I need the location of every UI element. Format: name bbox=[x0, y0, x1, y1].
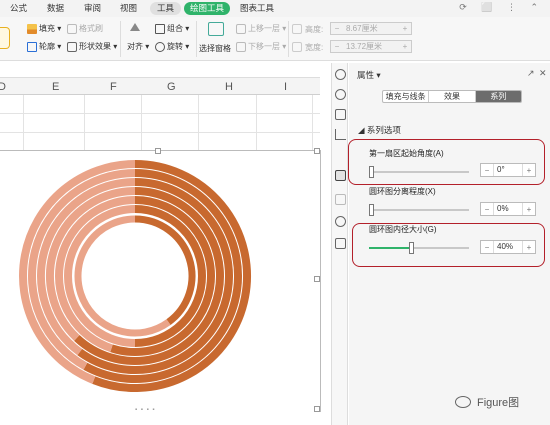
brush-icon bbox=[67, 23, 77, 34]
tab-data[interactable]: 数据 bbox=[47, 2, 64, 15]
resize-handle[interactable] bbox=[155, 148, 161, 154]
rotate-button[interactable]: 旋转 ▾ bbox=[155, 41, 189, 52]
height-label: 高度: bbox=[305, 25, 324, 34]
plus-icon[interactable]: + bbox=[523, 205, 535, 214]
group-icon bbox=[155, 23, 165, 34]
width-label: 宽度: bbox=[305, 43, 324, 52]
minus-icon[interactable]: − bbox=[331, 42, 343, 51]
tab-tools[interactable]: 工具 bbox=[150, 2, 182, 15]
series-options-section[interactable]: ◢ 系列选项 bbox=[358, 124, 401, 136]
select-pane-icon bbox=[208, 22, 224, 36]
tab-formula[interactable]: 公式 bbox=[10, 2, 27, 15]
height-icon bbox=[292, 24, 304, 34]
outline-button[interactable]: 轮廓 ▾ bbox=[27, 41, 61, 52]
column-i-header[interactable]: I bbox=[284, 81, 287, 93]
plus-icon[interactable]: + bbox=[399, 24, 411, 33]
rotate-icon bbox=[155, 41, 165, 52]
cell-grid[interactable] bbox=[0, 95, 320, 150]
column-d-header[interactable]: D bbox=[0, 81, 6, 93]
properties-panel: 属性 ▾ ↗ ✕ 填充与线条 效果 系列 ◢ 系列选项 第一扇区起始角度(A) … bbox=[348, 63, 550, 425]
shape-effect-icon bbox=[67, 41, 77, 52]
expand-icon[interactable] bbox=[335, 194, 346, 205]
bring-forward-button[interactable]: 上移一层 ▾ bbox=[236, 23, 286, 34]
height-input[interactable]: − 8.67厘米 + bbox=[330, 22, 412, 35]
select-pane-button[interactable]: 选择窗格 bbox=[199, 43, 231, 54]
ribbon-edge-marker bbox=[0, 27, 10, 49]
panel-title[interactable]: 属性 ▾ bbox=[357, 69, 381, 81]
close-icon[interactable]: ✕ bbox=[539, 68, 547, 79]
divider bbox=[120, 21, 121, 57]
properties-icon[interactable] bbox=[335, 170, 346, 181]
tab-drawing-tools[interactable]: 绘图工具 bbox=[184, 2, 231, 15]
explosion-label: 圆环图分离程度(X) bbox=[369, 187, 436, 196]
align-icon-button[interactable] bbox=[130, 23, 142, 31]
align-icon bbox=[130, 23, 140, 31]
shape-icon[interactable] bbox=[335, 69, 346, 80]
select-pane-icon-button[interactable] bbox=[208, 22, 226, 36]
fill-button[interactable]: 填充 ▾ bbox=[27, 23, 61, 34]
width-input[interactable]: − 13.72厘米 + bbox=[330, 40, 412, 53]
resize-grip[interactable]: ▪ ▪ ▪ ▪ bbox=[135, 407, 156, 413]
divider bbox=[196, 21, 197, 57]
popout-icon[interactable]: ↗ bbox=[527, 68, 535, 79]
format-brush-button[interactable]: 格式刷 bbox=[67, 23, 103, 34]
align-button[interactable]: 对齐 ▾ bbox=[127, 41, 149, 52]
slider-knob[interactable] bbox=[369, 204, 374, 216]
tab-chart-tools[interactable]: 图表工具 bbox=[240, 2, 274, 15]
send-backward-icon bbox=[236, 41, 246, 52]
ribbon-toolbar: 填充 ▾ 格式刷 轮廓 ▾ 形状效果 ▾ 对齐 ▾ 组合 ▾ 旋转 ▾ 选择窗格… bbox=[0, 17, 550, 61]
bring-forward-icon bbox=[236, 23, 246, 34]
panel-tab-switcher: 填充与线条 效果 系列 bbox=[382, 90, 522, 103]
width-icon bbox=[292, 42, 304, 52]
minus-icon[interactable]: − bbox=[481, 205, 493, 214]
window-controls[interactable]: ⟳ ⬜ ⋮ ⌃ bbox=[459, 2, 544, 13]
column-e-header[interactable]: E bbox=[52, 81, 59, 93]
watermark: Figure图 bbox=[455, 394, 519, 410]
tab-series[interactable]: 系列 bbox=[475, 91, 521, 102]
group-button[interactable]: 组合 ▾ bbox=[155, 23, 189, 34]
plus-icon[interactable]: + bbox=[399, 42, 411, 51]
column-f-header[interactable]: F bbox=[110, 81, 117, 93]
image-icon[interactable] bbox=[335, 238, 346, 249]
explosion-input[interactable]: − 0% + bbox=[480, 202, 536, 216]
ring-segment-light[interactable] bbox=[74, 215, 171, 337]
ribbon-tab-bar: 公式 数据 审阅 视图 工具 绘图工具 图表工具 ⟳ ⬜ ⋮ ⌃ bbox=[0, 0, 550, 17]
send-backward-button[interactable]: 下移一层 ▾ bbox=[236, 41, 286, 52]
tab-review[interactable]: 审阅 bbox=[84, 2, 101, 15]
wechat-icon bbox=[455, 396, 471, 408]
tab-fill-line[interactable]: 填充与线条 bbox=[383, 91, 430, 102]
history-icon[interactable] bbox=[335, 216, 346, 227]
side-toolbar bbox=[331, 63, 348, 425]
tab-effect[interactable]: 效果 bbox=[429, 91, 476, 102]
style-icon[interactable] bbox=[335, 89, 346, 100]
donut-rings bbox=[19, 160, 252, 392]
outline-icon bbox=[27, 41, 37, 52]
resize-handle[interactable] bbox=[314, 276, 320, 282]
column-g-header[interactable]: G bbox=[167, 81, 176, 93]
cursor-icon[interactable] bbox=[335, 129, 346, 140]
column-header: D E F G H I bbox=[0, 77, 320, 95]
explosion-slider[interactable] bbox=[369, 204, 469, 216]
resize-handle[interactable] bbox=[314, 406, 320, 412]
shape-effect-button[interactable]: 形状效果 ▾ bbox=[67, 41, 117, 52]
resize-handle[interactable] bbox=[314, 148, 320, 154]
fill-icon[interactable] bbox=[335, 109, 346, 120]
donut-chart bbox=[19, 160, 252, 392]
highlight-box bbox=[352, 223, 545, 267]
paint-bucket-icon bbox=[27, 23, 37, 34]
divider bbox=[288, 21, 289, 57]
minus-icon[interactable]: − bbox=[331, 24, 343, 33]
tab-view[interactable]: 视图 bbox=[120, 2, 137, 15]
highlight-box bbox=[348, 139, 545, 185]
column-h-header[interactable]: H bbox=[225, 81, 233, 93]
chart-area[interactable] bbox=[0, 148, 321, 412]
